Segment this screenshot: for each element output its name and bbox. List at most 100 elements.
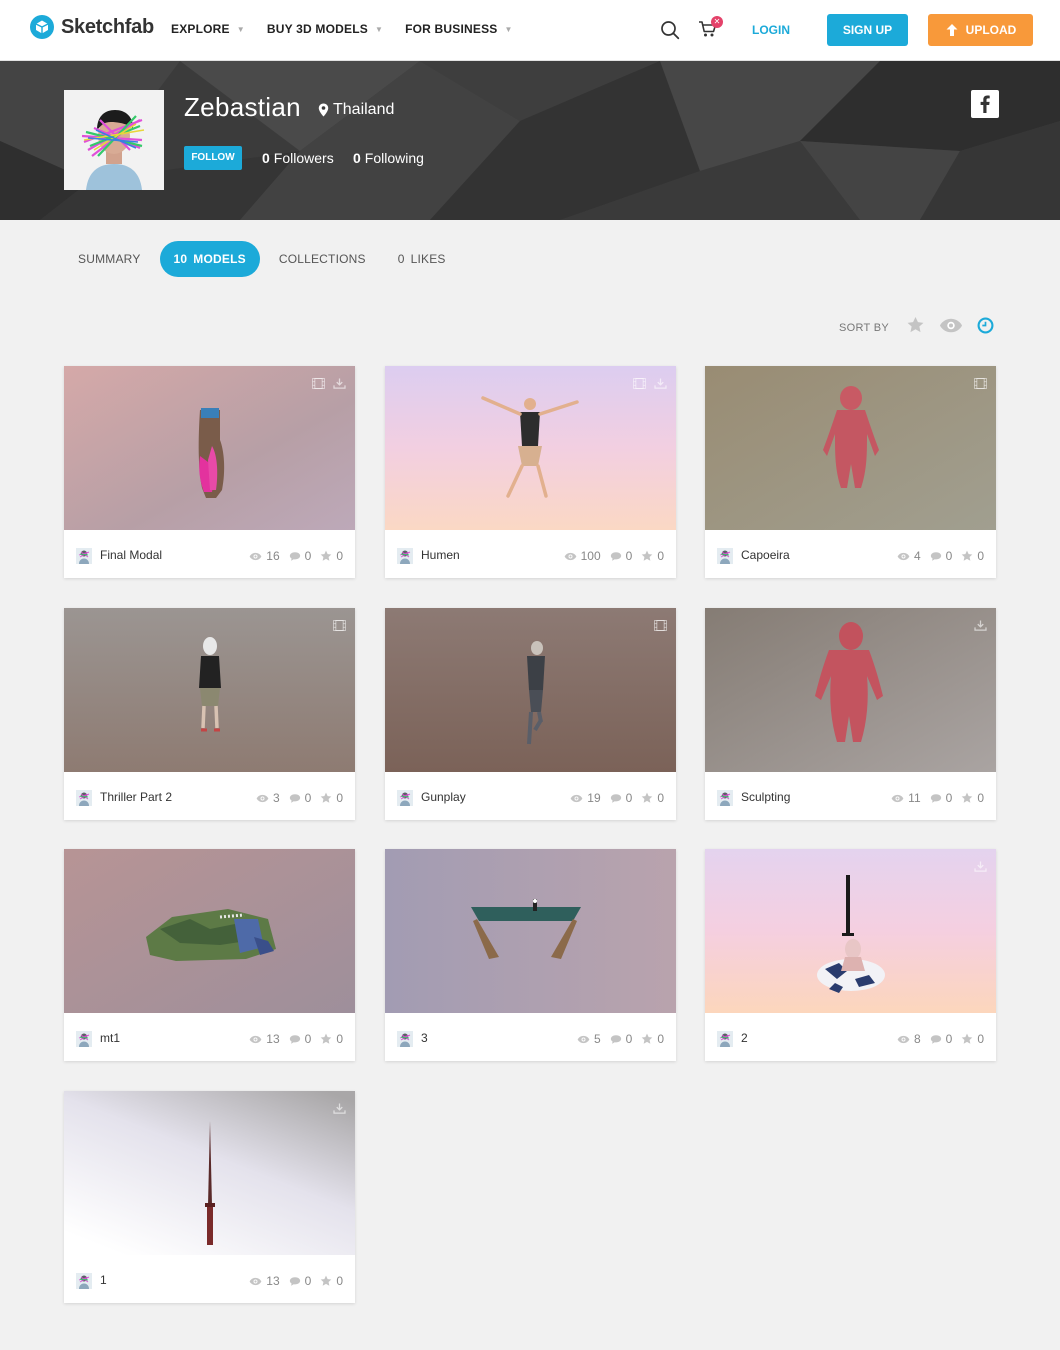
model-name[interactable]: mt1 bbox=[100, 1031, 120, 1045]
tab-collections[interactable]: COLLECTIONS bbox=[265, 241, 380, 277]
model-card[interactable]: Thriller Part 2 3 0 0 bbox=[64, 608, 355, 820]
likes-count: 0 bbox=[641, 791, 664, 805]
nav-buy-label: BUY 3D MODELS bbox=[266, 22, 368, 36]
model-card[interactable]: mt1 13 0 0 bbox=[64, 849, 355, 1061]
followers-stat[interactable]: 0 Followers bbox=[262, 150, 334, 166]
author-avatar[interactable] bbox=[76, 548, 92, 564]
model-card[interactable]: 3 5 0 0 bbox=[385, 849, 676, 1061]
views-count: 100 bbox=[564, 549, 601, 563]
nav-explore[interactable]: EXPLORE ▼ bbox=[171, 22, 245, 36]
model-card[interactable]: 1 13 0 0 bbox=[64, 1091, 355, 1303]
sort-eye-icon[interactable] bbox=[939, 317, 963, 339]
eye-icon bbox=[891, 794, 904, 803]
likes-value: 0 bbox=[336, 549, 343, 563]
author-avatar[interactable] bbox=[397, 548, 413, 564]
sort-star-icon[interactable] bbox=[906, 316, 925, 339]
model-card[interactable]: Sculpting 11 0 0 bbox=[705, 608, 996, 820]
tab-likes[interactable]: 0 LIKES bbox=[384, 241, 460, 277]
model-thumbnail[interactable] bbox=[385, 366, 676, 530]
star-icon bbox=[961, 792, 973, 804]
following-stat[interactable]: 0 Following bbox=[353, 150, 424, 166]
model-thumbnail[interactable] bbox=[64, 1091, 355, 1255]
model-name[interactable]: Sculpting bbox=[741, 790, 790, 804]
author-avatar[interactable] bbox=[397, 790, 413, 806]
thumb-badges bbox=[325, 618, 346, 636]
thumb-badges bbox=[325, 1101, 346, 1119]
model-thumbnail[interactable] bbox=[64, 608, 355, 772]
model-stats: 11 0 0 bbox=[882, 791, 984, 805]
model-thumbnail[interactable] bbox=[64, 849, 355, 1013]
model-name[interactable]: 2 bbox=[741, 1031, 748, 1045]
model-thumbnail[interactable] bbox=[385, 849, 676, 1013]
model-meta: 1 13 0 0 bbox=[64, 1255, 355, 1303]
star-icon bbox=[320, 1275, 332, 1287]
model-thumbnail[interactable] bbox=[705, 849, 996, 1013]
likes-value: 0 bbox=[977, 1032, 984, 1046]
search-icon[interactable] bbox=[660, 20, 680, 45]
author-avatar[interactable] bbox=[717, 548, 733, 564]
signup-button[interactable]: SIGN UP bbox=[827, 14, 908, 46]
model-stats: 13 0 0 bbox=[240, 1274, 343, 1288]
tab-models[interactable]: 10 MODELS bbox=[159, 241, 260, 277]
model-name[interactable]: Capoeira bbox=[741, 548, 790, 562]
model-stats: 8 0 0 bbox=[888, 1032, 984, 1046]
facebook-icon[interactable] bbox=[971, 90, 999, 118]
follow-button[interactable]: FOLLOW bbox=[184, 146, 242, 170]
model-name[interactable]: 3 bbox=[421, 1031, 428, 1045]
logo[interactable]: Sketchfab bbox=[30, 15, 154, 39]
comment-icon bbox=[610, 793, 622, 804]
eye-icon bbox=[570, 794, 583, 803]
views-count: 19 bbox=[570, 791, 601, 805]
views-value: 100 bbox=[580, 549, 601, 563]
login-link[interactable]: LOGIN bbox=[752, 23, 790, 37]
star-icon bbox=[320, 792, 332, 804]
model-card[interactable]: Final Modal 16 0 0 bbox=[64, 366, 355, 578]
model-card[interactable]: Humen 100 0 0 bbox=[385, 366, 676, 578]
model-name[interactable]: Gunplay bbox=[421, 790, 466, 804]
views-value: 8 bbox=[913, 1032, 921, 1046]
followers-count: 0 bbox=[262, 150, 270, 166]
nav-buy-3d-models[interactable]: BUY 3D MODELS ▼ bbox=[267, 22, 383, 36]
author-avatar[interactable] bbox=[717, 790, 733, 806]
model-card[interactable]: Gunplay 19 0 0 bbox=[385, 608, 676, 820]
author-avatar[interactable] bbox=[76, 790, 92, 806]
profile-avatar[interactable] bbox=[64, 90, 164, 190]
nav-for-business[interactable]: FOR BUSINESS ▼ bbox=[405, 22, 513, 36]
likes-value: 0 bbox=[336, 1032, 343, 1046]
model-thumbnail[interactable] bbox=[705, 608, 996, 772]
model-name[interactable]: Final Modal bbox=[100, 548, 162, 562]
author-avatar[interactable] bbox=[76, 1031, 92, 1047]
likes-count: 0 bbox=[641, 1032, 664, 1046]
views-count: 5 bbox=[577, 1032, 601, 1046]
sort-clock-icon[interactable] bbox=[977, 317, 994, 339]
model-card[interactable]: Capoeira 4 0 0 bbox=[705, 366, 996, 578]
model-stats: 3 0 0 bbox=[247, 791, 343, 805]
author-avatar[interactable] bbox=[397, 1031, 413, 1047]
model-preview-image bbox=[705, 849, 996, 1013]
model-name[interactable]: 1 bbox=[100, 1273, 107, 1287]
main-nav: EXPLORE ▼ BUY 3D MODELS ▼ FOR BUSINESS ▼ bbox=[171, 22, 535, 36]
model-preview-image bbox=[64, 608, 355, 772]
author-avatar[interactable] bbox=[717, 1031, 733, 1047]
upload-button[interactable]: UPLOAD bbox=[928, 14, 1033, 46]
likes-count: 0 bbox=[961, 549, 984, 563]
tab-summary[interactable]: SUMMARY bbox=[64, 241, 155, 277]
views-count: 11 bbox=[891, 791, 921, 805]
likes-count: 0 bbox=[641, 549, 664, 563]
model-thumbnail[interactable] bbox=[705, 366, 996, 530]
author-avatar[interactable] bbox=[76, 1273, 92, 1289]
views-value: 3 bbox=[272, 791, 280, 805]
model-thumbnail[interactable] bbox=[385, 608, 676, 772]
tab-likes-count: 0 bbox=[397, 252, 405, 266]
model-card[interactable]: 2 8 0 0 bbox=[705, 849, 996, 1061]
model-name[interactable]: Humen bbox=[421, 548, 460, 562]
comments-count: 0 bbox=[289, 791, 311, 805]
views-value: 19 bbox=[587, 791, 601, 805]
views-value: 13 bbox=[266, 1032, 280, 1046]
model-name[interactable]: Thriller Part 2 bbox=[100, 790, 172, 804]
likes-count: 0 bbox=[320, 791, 343, 805]
model-meta: 2 8 0 0 bbox=[705, 1013, 996, 1061]
model-thumbnail[interactable] bbox=[64, 366, 355, 530]
logo-text: Sketchfab bbox=[61, 15, 154, 38]
comments-count: 0 bbox=[289, 549, 311, 563]
